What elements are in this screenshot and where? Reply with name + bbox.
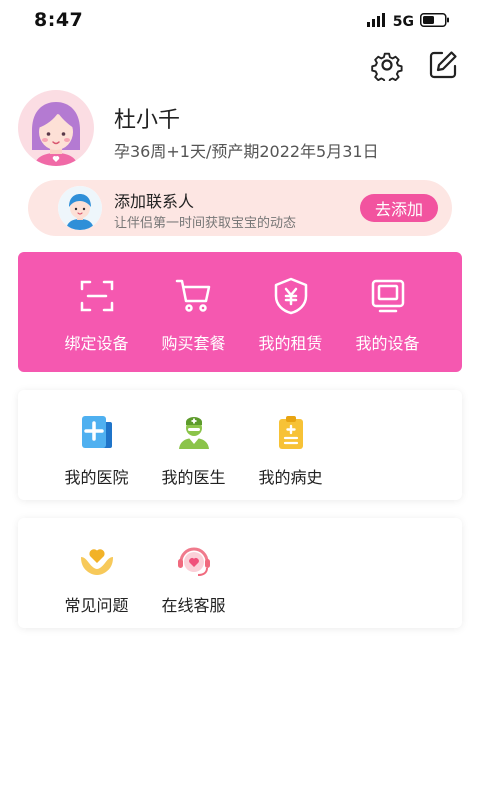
header-actions <box>370 48 460 82</box>
add-contact-button[interactable]: 去添加 <box>360 194 438 222</box>
online-service-item[interactable]: 在线客服 <box>145 540 242 616</box>
avatar[interactable] <box>18 90 94 166</box>
gear-icon[interactable] <box>370 48 404 82</box>
cart-icon <box>174 276 214 316</box>
doctor-icon <box>174 412 214 452</box>
buy-package-item[interactable]: 购买套餐 <box>145 276 242 354</box>
my-doctor-item[interactable]: 我的医生 <box>145 412 242 488</box>
status-time: 8:47 <box>34 9 84 31</box>
monitor-icon <box>368 276 408 316</box>
my-rental-item[interactable]: 我的租赁 <box>242 276 339 354</box>
help-card: 常见问题 在线客服 <box>18 518 462 628</box>
rental-shield-icon <box>271 276 311 316</box>
contact-avatar <box>58 186 102 230</box>
services-card: 绑定设备 购买套餐 我的租赁 我的设备 <box>18 252 462 372</box>
bind-device-label: 绑定设备 <box>64 334 129 353</box>
edit-icon[interactable] <box>426 48 460 82</box>
my-device-item[interactable]: 我的设备 <box>339 276 436 354</box>
contact-subtitle: 让伴侣第一时间获取宝宝的动态 <box>114 216 297 231</box>
bind-device-item[interactable]: 绑定设备 <box>48 276 145 354</box>
network-label: 5G <box>392 13 414 30</box>
clipboard-icon <box>271 412 311 452</box>
my-history-item[interactable]: 我的病史 <box>242 412 339 488</box>
my-rental-label: 我的租赁 <box>258 334 323 353</box>
faq-item[interactable]: 常见问题 <box>48 540 145 616</box>
my-device-label: 我的设备 <box>355 334 420 353</box>
heart-hands-icon <box>77 540 117 580</box>
scan-icon <box>77 276 117 316</box>
my-history-label: 我的病史 <box>258 468 323 487</box>
pregnancy-status: 孕36周+1天/预产期2022年5月31日 <box>114 142 379 161</box>
contact-title: 添加联系人 <box>114 192 195 211</box>
battery-icon <box>420 12 450 31</box>
buy-package-label: 购买套餐 <box>161 334 226 353</box>
status-bar: 8:47 5G <box>0 0 480 44</box>
profile-section: 杜小千 孕36周+1天/预产期2022年5月31日 <box>18 88 462 170</box>
my-hospital-item[interactable]: 我的医院 <box>48 412 145 488</box>
medical-card: 我的医院 我的医生 我的病史 <box>18 390 462 500</box>
status-indicators: 5G <box>366 12 450 31</box>
hospital-icon <box>77 412 117 452</box>
user-name: 杜小千 <box>114 108 181 133</box>
my-doctor-label: 我的医生 <box>161 468 226 487</box>
add-contact-banner[interactable]: 添加联系人 让伴侣第一时间获取宝宝的动态 去添加 <box>28 180 452 236</box>
headset-icon <box>174 540 214 580</box>
signal-icon <box>366 12 387 31</box>
my-hospital-label: 我的医院 <box>64 468 129 487</box>
faq-label: 常见问题 <box>64 596 129 615</box>
online-service-label: 在线客服 <box>161 596 226 615</box>
